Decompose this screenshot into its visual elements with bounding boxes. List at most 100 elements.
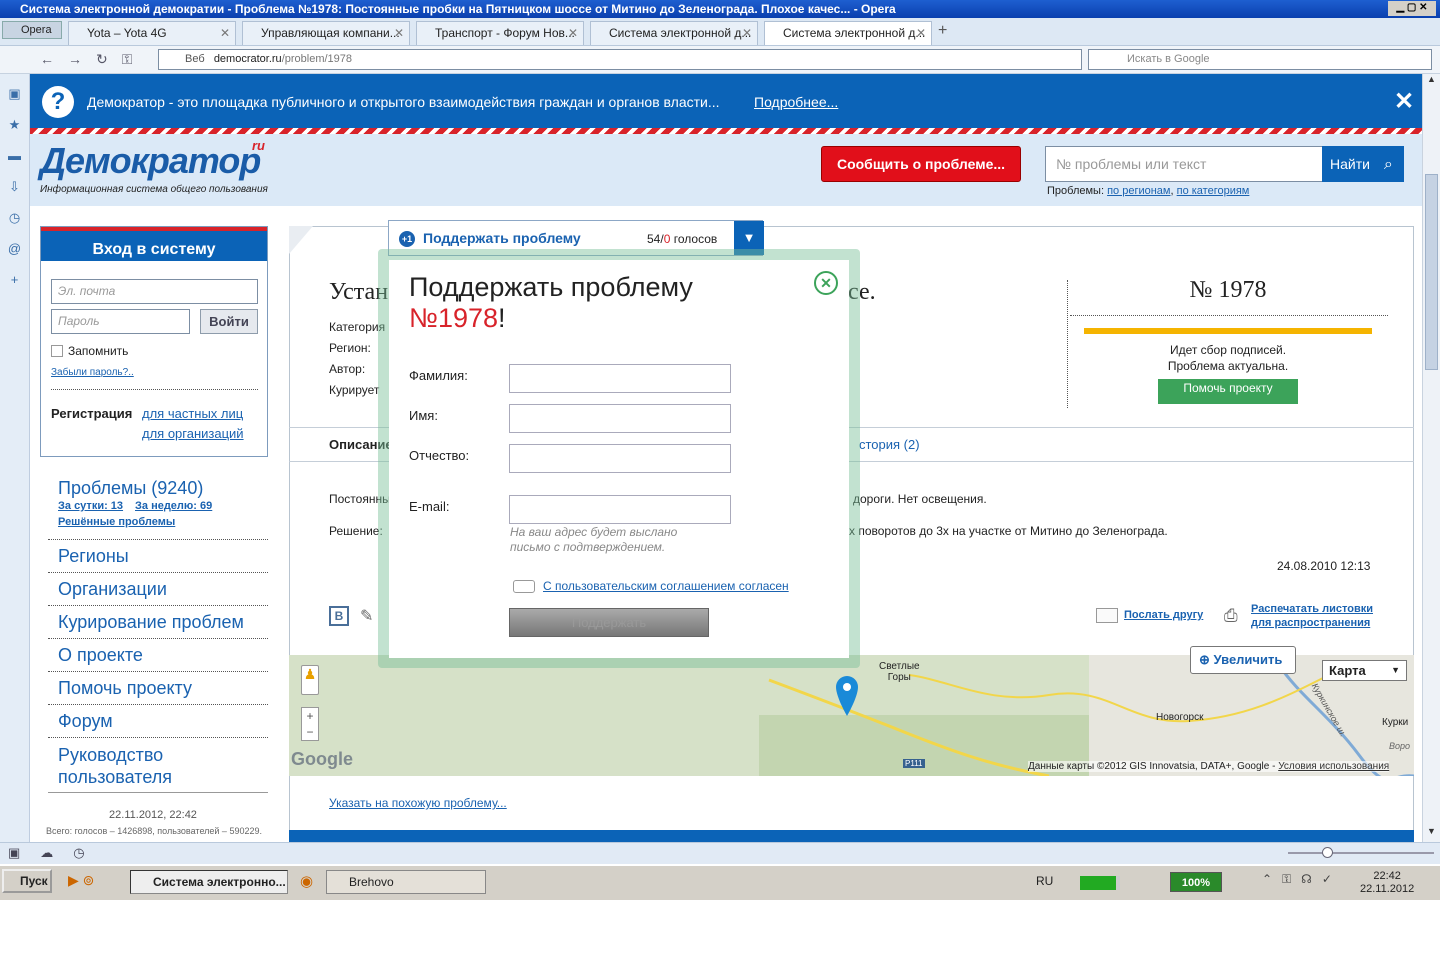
printer-icon: ⎙ [1224, 606, 1238, 625]
signature-progress-bar [1084, 328, 1372, 334]
quicklaunch-icons[interactable]: ▶ ⊚ [68, 872, 94, 889]
nav-problems[interactable]: Проблемы (9240) [58, 478, 203, 499]
map-type-select[interactable]: Карта ▼ [1322, 660, 1407, 681]
zoom-slider[interactable] [1288, 852, 1434, 854]
language-indicator[interactable]: RU [1036, 874, 1053, 888]
register-private-link[interactable]: для частных лиц [142, 406, 243, 421]
tab-history[interactable]: стория (2) [859, 437, 920, 452]
status-collecting: Идет сбор подписей. [1169, 343, 1287, 357]
tab-management[interactable]: Управляющая компани... ✕ [242, 21, 410, 45]
tab-bar: Opera Yota – Yota 4G ✕ Управляющая компан… [0, 18, 1440, 46]
road-label: Р111 [903, 759, 925, 768]
nav-week-link[interactable]: За неделю: 69 [135, 500, 212, 512]
address-field[interactable]: Веб democrator.ru/problem/1978 [158, 49, 1082, 70]
nav-solved-link[interactable]: Решённые проблемы [58, 516, 175, 528]
agree-link[interactable]: С пользовательским соглашением согласен [543, 579, 789, 593]
page-fold [289, 226, 313, 254]
login-button[interactable]: Войти [200, 309, 258, 334]
email-field[interactable]: Эл. почта [51, 279, 258, 304]
firefox-icon[interactable]: ◉ [300, 872, 313, 890]
support-bar-label[interactable]: Поддержать проблему [423, 230, 581, 246]
opera-menu-button[interactable]: Opera [2, 21, 62, 39]
map-marker-icon[interactable] [835, 675, 859, 717]
problem-date: 24.08.2010 12:13 [1277, 559, 1371, 573]
nav-user-guide[interactable]: Руководство пользователя [58, 744, 258, 788]
patronymic-field[interactable] [509, 444, 731, 473]
close-icon[interactable]: ✕ [1394, 74, 1414, 130]
register-org-link[interactable]: для организаций [142, 426, 244, 441]
similar-problem-link[interactable]: Указать на похожую проблему... [329, 796, 507, 810]
browser-search-field[interactable]: Искать в Google [1088, 49, 1432, 70]
support-modal: Поддержать проблему №1978! ✕ Фамилия: Имя… [389, 260, 849, 658]
by-category-link[interactable]: по категориям [1177, 185, 1250, 197]
problem-number: № 1978 [1189, 277, 1267, 303]
help-project-button[interactable]: Помочь проекту [1158, 379, 1298, 404]
site-tagline: Информационная система общего пользовани… [40, 184, 268, 195]
nav-curating[interactable]: Курирование проблем [58, 612, 244, 633]
browser-panel-sidebar[interactable]: ▣ ★ ▬ ⇩ ◷ @ + [0, 74, 30, 842]
status-icons[interactable]: ▣☁◷ [8, 845, 105, 861]
site-logo[interactable]: Демократор [40, 140, 261, 182]
task-opera[interactable]: Система электронно... [130, 870, 288, 894]
nav-organizations[interactable]: Организации [58, 579, 167, 600]
pen-share-icon[interactable]: ✎ [360, 606, 373, 626]
page-scrollbar[interactable]: ▲ ▼ [1422, 74, 1440, 842]
vk-share-icon[interactable]: В [329, 606, 349, 626]
window-controls[interactable]: ▁ ▢ ✕ [1388, 1, 1436, 16]
nav-regions[interactable]: Регионы [58, 546, 129, 567]
patronymic-label: Отчество: [409, 448, 470, 463]
register-label: Регистрация [51, 406, 133, 421]
zoom-slider-thumb[interactable] [1322, 847, 1333, 858]
nav-forum[interactable]: Форум [58, 711, 113, 732]
send-friend-link[interactable]: Послать другу [1124, 609, 1203, 621]
remember-label: Запомнить [68, 344, 129, 358]
search-button[interactable]: Найти ⌕ [1322, 146, 1404, 182]
street-view-icon[interactable]: ♟ [301, 665, 319, 695]
nav-buttons-icon[interactable]: ←→↻⚿ [40, 51, 146, 68]
map-zoom-button[interactable]: ⊕ Увеличить [1190, 646, 1296, 674]
zoom-controls[interactable]: + − [301, 707, 319, 741]
status-actual: Проблема актуальна. [1167, 359, 1289, 373]
meta-author: Автор: [329, 362, 366, 376]
by-region-link[interactable]: по регионам [1107, 185, 1170, 197]
bottom-blue-bar [289, 830, 1414, 842]
banner-more-link[interactable]: Подробнее... [754, 74, 838, 130]
map-label-svetlye-gory: Светлые Горы [879, 661, 920, 683]
task-brehovo[interactable]: Brehovo [326, 870, 486, 894]
site-datetime: 22.11.2012, 22:42 [109, 809, 197, 821]
password-field[interactable]: Пароль [51, 309, 190, 334]
panel-icons[interactable]: ▣ ★ ▬ ⇩ ◷ @ + [0, 74, 29, 295]
banner-text: Демократор - это площадка публичного и о… [87, 94, 720, 110]
print-leaflets-link[interactable]: Распечатать листовки [1251, 603, 1373, 615]
site-stats: Всего: голосов – 1426898, пользователей … [46, 826, 262, 836]
tab-democrator-1[interactable]: Система электронной д... ✕ [590, 21, 758, 45]
report-problem-button[interactable]: Сообщить о проблеме... [821, 146, 1021, 182]
modal-email-field[interactable] [509, 495, 731, 524]
nav-about[interactable]: О проекте [58, 645, 143, 666]
print-leaflets-link-2[interactable]: для распространения [1251, 617, 1370, 629]
meta-category: Категория [329, 320, 386, 334]
surname-field[interactable] [509, 364, 731, 393]
nav-day-link[interactable]: За сутки: 13 [58, 500, 123, 512]
tab-democrator-active[interactable]: Система электронной д... ✕ [764, 21, 932, 45]
votes-no: 0 [663, 232, 671, 246]
windows-taskbar: Пуск ▶ ⊚ Система электронно... ◉ Brehovo… [0, 864, 1440, 900]
nav-help-project[interactable]: Помочь проекту [58, 678, 192, 699]
tab-yota[interactable]: Yota – Yota 4G ✕ [68, 21, 236, 45]
votes-yes: 54 [647, 232, 661, 246]
forgot-password-link[interactable]: Забыли пароль?.. [51, 367, 134, 378]
problem-search-input[interactable]: № проблемы или текст [1045, 146, 1323, 182]
new-tab-icon[interactable]: + [938, 22, 947, 40]
name-field[interactable] [509, 404, 731, 433]
close-icon[interactable]: ✕ [814, 271, 838, 295]
zoom-icon: ⊕ [1199, 652, 1210, 667]
surname-label: Фамилия: [409, 368, 468, 383]
tab-transport-forum[interactable]: Транспорт - Форум Нов... ✕ [416, 21, 584, 45]
tray-icons[interactable]: ⌃⚿☊✓ [1262, 872, 1342, 887]
name-label: Имя: [409, 408, 438, 423]
email-hint: На ваш адрес будет выслано письмо с подтв… [510, 525, 678, 554]
start-button[interactable]: Пуск [2, 869, 52, 893]
agree-checkbox[interactable] [513, 580, 535, 593]
remember-checkbox[interactable] [51, 345, 63, 357]
submit-support-button[interactable]: Поддержать [509, 608, 709, 637]
